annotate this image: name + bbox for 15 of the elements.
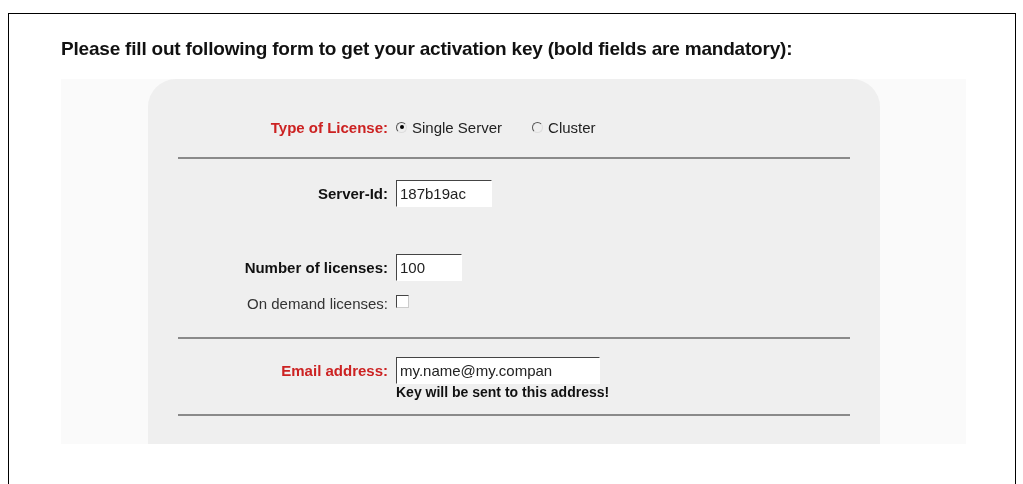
- checkbox[interactable]: [396, 295, 409, 308]
- field-note: Key will be sent to this address!: [396, 384, 611, 400]
- field-label: Email address:: [281, 362, 388, 379]
- input-field[interactable]: 187b19ac: [396, 179, 492, 207]
- field-label: Server-Id:: [317, 184, 388, 202]
- radio-option[interactable]: Cluster: [532, 118, 596, 136]
- radio-icon[interactable]: [396, 121, 407, 133]
- input-field[interactable]: my.name@my.compan: [396, 357, 600, 384]
- field-label: Number of licenses:: [244, 258, 388, 276]
- input-field[interactable]: 100: [396, 253, 462, 281]
- field-label: On demand licenses:: [247, 294, 388, 312]
- form-heading: Please fill out following form to get your activation key (bold fields are mandatory):: [61, 38, 794, 60]
- field-label: Type of License:: [270, 118, 388, 136]
- radio-option[interactable]: Single Server: [396, 118, 503, 136]
- radio-icon[interactable]: [532, 121, 544, 133]
